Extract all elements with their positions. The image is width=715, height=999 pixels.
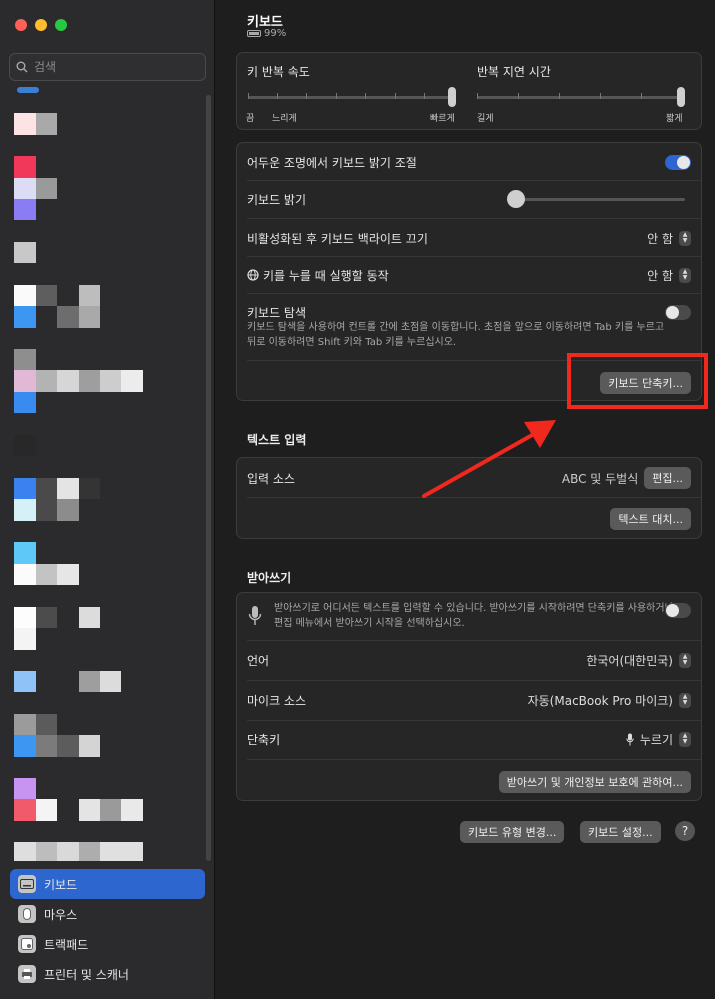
key-repeat-label: 키 반복 속도 xyxy=(247,65,310,79)
help-button[interactable]: ? xyxy=(675,821,695,841)
sidebar-item-label: 마우스 xyxy=(44,907,78,922)
close-window-button[interactable] xyxy=(15,19,27,31)
adjust-brightness-label: 어두운 조명에서 키보드 밝기 조절 xyxy=(247,155,417,170)
repeat-min-label: 끔 xyxy=(246,114,255,124)
annotation-arrow xyxy=(422,420,556,498)
delay-knob[interactable] xyxy=(677,87,685,107)
keyboard-nav-row: 키보드 탐색 xyxy=(247,303,691,321)
battery-icon xyxy=(247,30,261,37)
mic-source-popup[interactable]: 자동(MacBook Pro 마이크) ▲ ▼ xyxy=(528,692,691,709)
updown-chevron-icon: ▲ ▼ xyxy=(679,731,691,747)
repeat-card: 키 반복 속도 반복 지연 시간 끔 느리게 빠르게 길게 짧게 xyxy=(236,52,702,130)
minimize-window-button[interactable] xyxy=(35,19,47,31)
globe-key-value: 안 함 xyxy=(647,268,673,283)
sidebar-item-trackpad[interactable]: 트랙패드 xyxy=(10,929,205,959)
dictation-description: 받아쓰기로 어디서든 텍스트를 입력할 수 있습니다. 받아쓰기를 시작하려면 … xyxy=(274,603,674,629)
backlight-off-row: 비활성화된 후 키보드 백라이트 끄기 안 함 ▲ ▼ xyxy=(247,229,691,247)
mic-source-label: 마이크 소스 xyxy=(247,693,307,708)
input-source-value: ABC 및 두벌식 xyxy=(561,471,639,486)
language-popup[interactable]: 한국어(대한민국) ▲ ▼ xyxy=(586,652,691,669)
sidebar-item-label: 키보드 xyxy=(44,877,78,892)
microphone-icon xyxy=(248,606,262,625)
dictation-privacy-button[interactable]: 받아쓰기 및 개인정보 보호에 관하여... xyxy=(498,771,691,793)
brightness-label: 키보드 밝기 xyxy=(247,192,307,207)
sidebar-item-keyboard[interactable]: 키보드 xyxy=(10,869,205,899)
keyboard-icon xyxy=(18,875,36,893)
updown-chevron-icon: ▲ ▼ xyxy=(679,267,691,283)
sidebar-item-label: 프린터 및 스캐너 xyxy=(44,967,129,982)
text-replacement-button[interactable]: 텍스트 대치... xyxy=(610,508,691,530)
window-controls xyxy=(15,19,67,31)
delay-label: 반복 지연 시간 xyxy=(477,65,551,79)
search-field[interactable] xyxy=(9,53,206,81)
backlight-off-label: 비활성화된 후 키보드 백라이트 끄기 xyxy=(247,231,428,246)
trackpad-icon xyxy=(18,935,36,953)
delay-short-label: 짧게 xyxy=(666,114,683,124)
updown-chevron-icon: ▲ ▼ xyxy=(679,692,691,708)
adjust-brightness-row: 어두운 조명에서 키보드 밝기 조절 xyxy=(247,153,691,171)
dictation-section-title: 받아쓰기 xyxy=(247,571,292,585)
language-value: 한국어(대한민국) xyxy=(586,653,673,668)
brightness-knob[interactable] xyxy=(507,190,525,208)
mic-source-row: 마이크 소스 자동(MacBook Pro 마이크) ▲ ▼ xyxy=(247,690,691,710)
microphone-small-icon xyxy=(626,733,634,745)
key-repeat-knob[interactable] xyxy=(448,87,456,107)
change-keyboard-type-button[interactable]: 키보드 유형 변경... xyxy=(460,821,565,843)
battery-level: 99% xyxy=(264,28,287,39)
annotation-highlight-box xyxy=(567,353,708,409)
delay-long-label: 길게 xyxy=(477,114,494,124)
keyboard-nav-toggle[interactable] xyxy=(665,304,691,320)
backlight-off-popup[interactable]: 안 함 ▲ ▼ xyxy=(647,230,691,247)
dictation-shortcut-row: 단축키 누르기 ▲ ▼ xyxy=(247,729,691,749)
dictation-toggle[interactable] xyxy=(665,603,691,618)
main-pane: 키보드 99% 키 반복 속도 반복 지연 시간 끔 느리게 빠르게 길게 짧게 xyxy=(216,0,715,999)
mouse-icon xyxy=(18,905,36,923)
language-label: 언어 xyxy=(247,653,270,668)
adjust-brightness-toggle[interactable] xyxy=(665,154,691,170)
repeat-fast-label: 빠르게 xyxy=(430,114,455,124)
edit-input-source-button[interactable]: 편집... xyxy=(644,467,691,489)
keyboard-nav-description: 키보드 탐색을 사용하여 컨트롤 간에 초점을 이동합니다. 초점을 앞으로 이… xyxy=(247,322,665,348)
sidebar-item-label: 트랙패드 xyxy=(44,937,89,952)
search-icon xyxy=(16,61,28,73)
backlight-off-value: 안 함 xyxy=(647,231,673,246)
printer-icon xyxy=(18,965,36,983)
keyboard-nav-label: 키보드 탐색 xyxy=(247,305,307,320)
updown-chevron-icon: ▲ ▼ xyxy=(679,652,691,668)
globe-key-row: 키를 누를 때 실행할 동작 안 함 ▲ ▼ xyxy=(247,266,691,284)
updown-chevron-icon: ▲ ▼ xyxy=(679,230,691,246)
globe-icon xyxy=(247,269,259,281)
globe-key-popup[interactable]: 안 함 ▲ ▼ xyxy=(647,267,691,284)
keyboard-setup-button[interactable]: 키보드 설정... xyxy=(580,821,661,843)
sidebar-item-printers[interactable]: 프린터 및 스캐너 xyxy=(10,959,205,989)
zoom-window-button[interactable] xyxy=(55,19,67,31)
sidebar-item-mouse[interactable]: 마우스 xyxy=(10,899,205,929)
mic-source-value: 자동(MacBook Pro 마이크) xyxy=(527,693,673,708)
dictation-card: 받아쓰기로 어디서든 텍스트를 입력할 수 있습니다. 받아쓰기를 시작하려면 … xyxy=(236,592,702,801)
dictation-shortcut-value: 누르기 xyxy=(639,732,673,747)
globe-key-label: 키를 누를 때 실행할 동작 xyxy=(263,268,389,283)
sidebar: 키보드 마우스 트랙패드 프린터 및 스캐너 xyxy=(0,0,215,999)
dictation-shortcut-label: 단축키 xyxy=(247,732,281,747)
search-input[interactable] xyxy=(34,60,194,74)
text-input-section-title: 텍스트 입력 xyxy=(247,433,307,447)
language-row: 언어 한국어(대한민국) ▲ ▼ xyxy=(247,650,691,670)
dictation-shortcut-popup[interactable]: 누르기 ▲ ▼ xyxy=(626,731,691,748)
battery-status: 99% xyxy=(247,28,286,39)
input-source-label: 입력 소스 xyxy=(247,471,295,486)
sidebar-scrollbar[interactable] xyxy=(206,95,211,861)
repeat-slow-label: 느리게 xyxy=(272,114,297,124)
